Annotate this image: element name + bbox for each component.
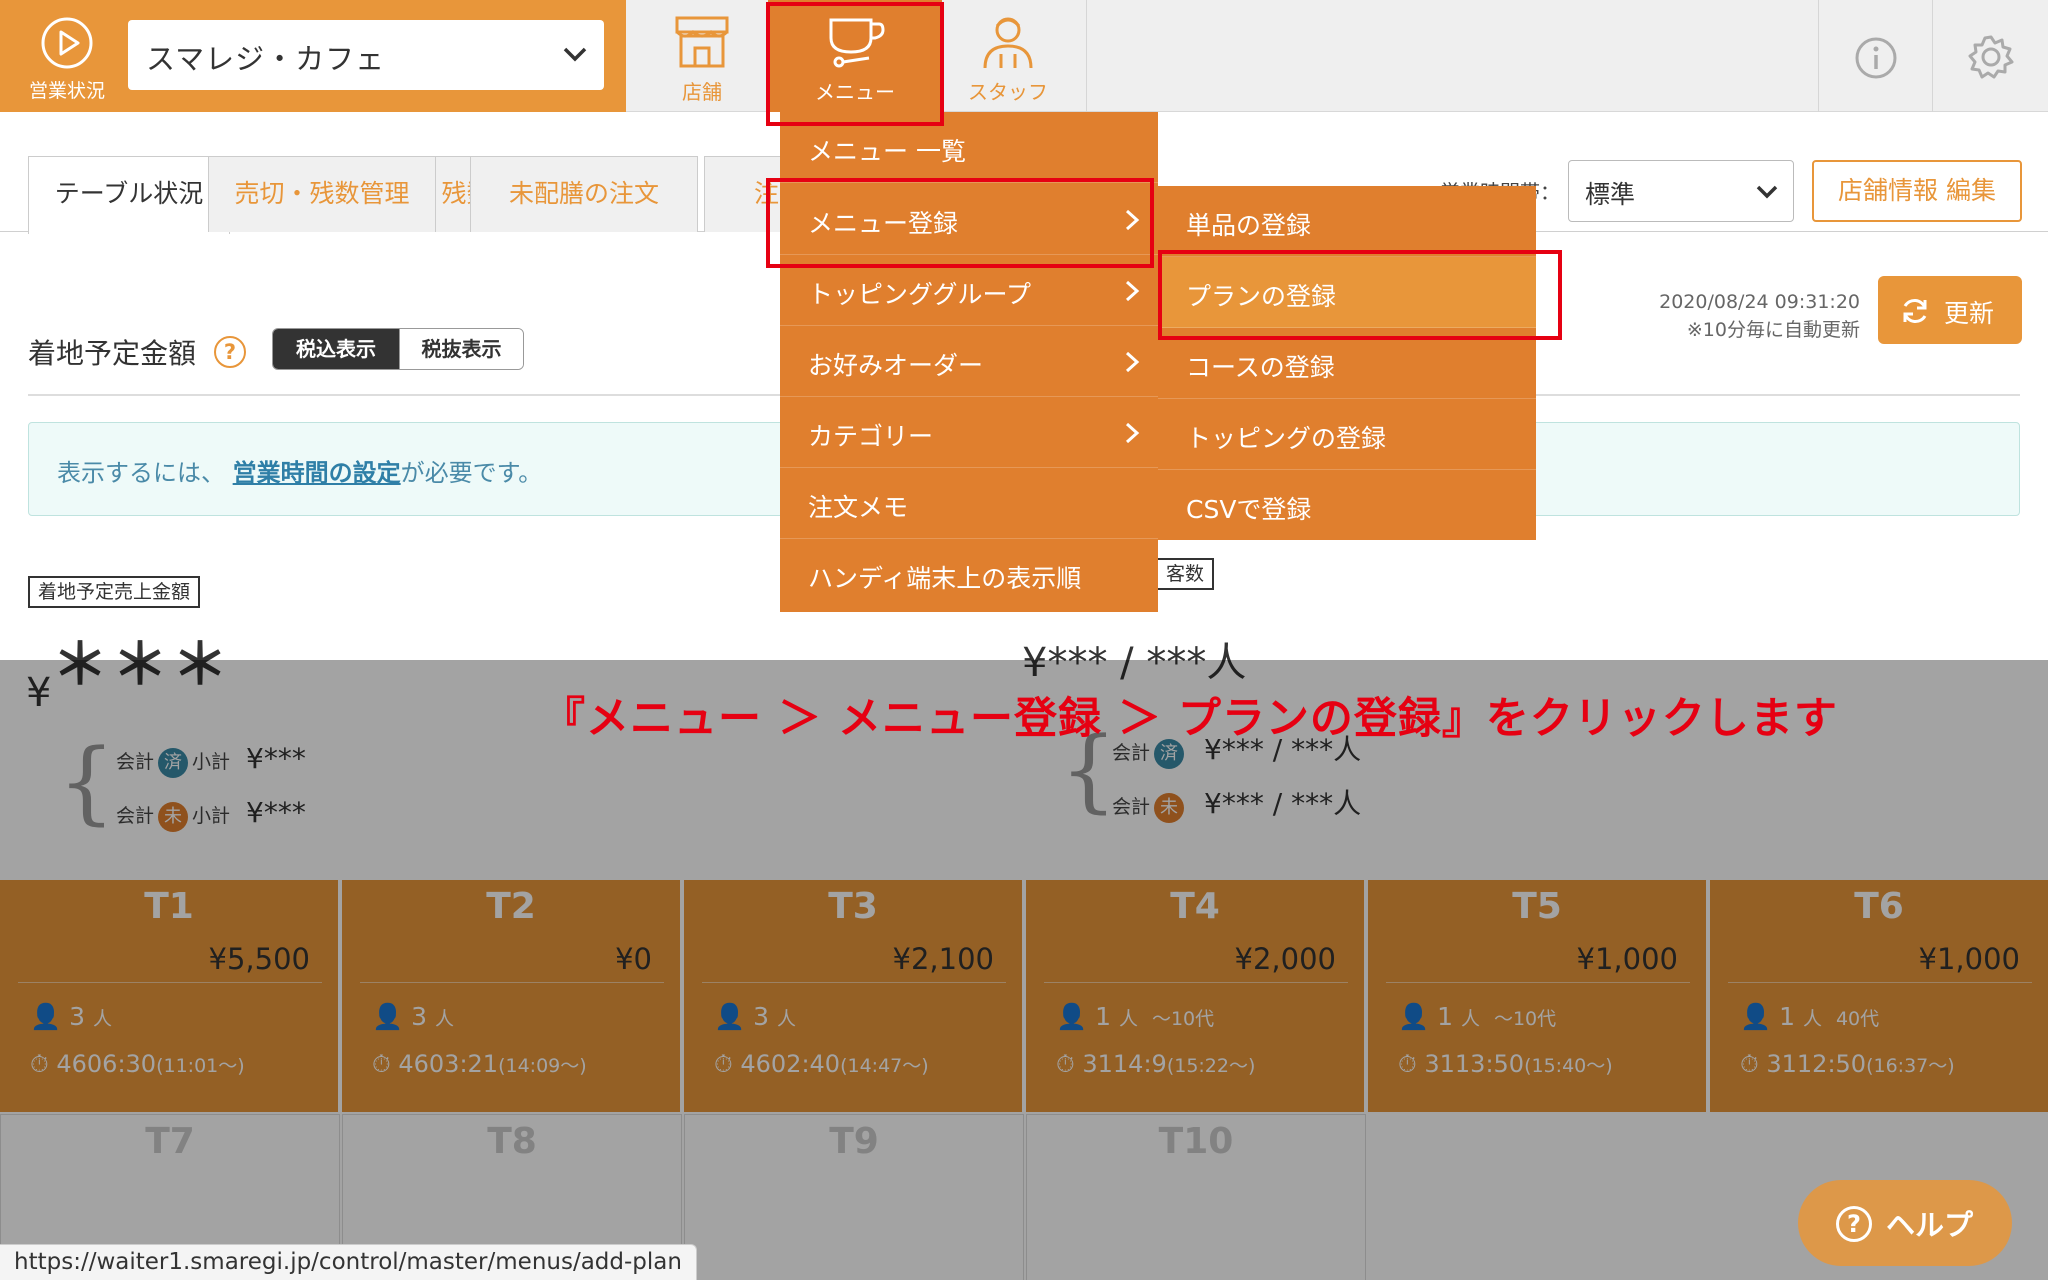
chevron-down-icon: [1756, 185, 1778, 199]
gear-icon[interactable]: [1968, 34, 2014, 80]
tab-unserved[interactable]: 未配膳の注文: [470, 156, 698, 232]
highlight-box-plan: [1158, 250, 1562, 340]
business-status-button[interactable]: 営業状況: [0, 0, 120, 112]
info-icon[interactable]: [1854, 36, 1898, 80]
submenu-item-label: トッピングの登録: [1186, 424, 1387, 453]
tax-included-button[interactable]: 税込表示: [273, 329, 399, 369]
notice-prefix: 表示するには、: [57, 459, 225, 487]
help-button[interactable]: ? ヘルプ: [1798, 1180, 2012, 1266]
instruction-caption: 『メニュー ＞ メニュー登録 ＞ プランの登録』をクリックします: [542, 694, 1838, 744]
store-info-edit-button[interactable]: 店舗情報 編集: [1812, 160, 2022, 222]
highlight-box-menu: [766, 2, 944, 126]
submenu-item-label: コースの登録: [1186, 353, 1335, 382]
browser-status-url: https://waiter1.smaregi.jp/control/maste…: [0, 1244, 697, 1280]
refresh-label: 更新: [1944, 299, 1995, 328]
tax-excluded-button[interactable]: 税抜表示: [399, 329, 523, 369]
top-header: 営業状況 スマレジ・カフェ 店舗 メニュー スタッフ: [0, 0, 2048, 112]
menu-item-label: カテゴリー: [808, 422, 934, 451]
nav-store-button[interactable]: 店舗: [640, 0, 764, 112]
tab-sold-out-visible[interactable]: 売切・残数管理: [208, 156, 436, 232]
question-icon[interactable]: ?: [214, 336, 246, 368]
submenu-dropdown: 単品の登録 プランの登録 コースの登録 トッピングの登録 CSVで登録: [1158, 186, 1536, 540]
store-select-value: スマレジ・カフェ: [146, 42, 386, 76]
menu-item-handy-order[interactable]: ハンディ端末上の表示順: [780, 539, 1158, 610]
chevron-right-icon: [1125, 351, 1140, 373]
dim-overlay: [0, 660, 2048, 1280]
nav-staff-button[interactable]: スタッフ: [946, 0, 1070, 112]
refresh-button[interactable]: 更新: [1878, 276, 2022, 344]
nav-staff-label: スタッフ: [968, 80, 1048, 104]
business-status-label: 営業状況: [28, 80, 105, 102]
menu-item-label: ハンディ端末上の表示順: [808, 564, 1082, 593]
tax-toggle: 税込表示 税抜表示: [272, 328, 524, 370]
chevron-right-icon: [1125, 422, 1140, 444]
notice-text: 表示するには、 営業時間の設定が必要です。: [57, 453, 542, 488]
header-left-panel: 営業状況 スマレジ・カフェ: [0, 0, 626, 112]
submenu-item-csv[interactable]: CSVで登録: [1158, 470, 1536, 541]
menu-item-order-memo[interactable]: 注文メモ: [780, 468, 1158, 539]
help-label: ヘルプ: [1886, 1208, 1974, 1242]
menu-item-label: トッピンググループ: [808, 280, 1032, 309]
header-divider: [1818, 0, 1819, 112]
menu-item-label: 注文メモ: [808, 493, 909, 522]
menu-item-label: お好みオーダー: [808, 351, 984, 380]
forecast-title: 着地予定金額: [28, 337, 197, 370]
staff-icon: [983, 17, 1033, 69]
play-circle-icon: [41, 17, 93, 69]
submenu-item-label: CSVで登録: [1186, 495, 1312, 524]
tab-table-status[interactable]: テーブル状況: [28, 156, 230, 234]
refresh-icon: [1903, 299, 1927, 323]
guest-count-label: 客数: [1156, 558, 1215, 590]
question-icon: ?: [1836, 1206, 1872, 1242]
business-hours-setting-link[interactable]: 営業時間の設定: [233, 459, 401, 487]
notice-suffix: が必要です。: [400, 459, 543, 487]
storefront-icon: [675, 16, 729, 68]
header-divider: [1932, 0, 1933, 112]
menu-item-custom-order[interactable]: お好みオーダー: [780, 326, 1158, 397]
store-select[interactable]: スマレジ・カフェ: [128, 20, 604, 90]
nav-store-label: 店舗: [682, 80, 722, 104]
update-timestamp: 2020/08/24 09:31:20 ※10分毎に自動更新: [1556, 288, 1860, 344]
sales-forecast-label: 着地予定売上金額: [28, 576, 201, 608]
highlight-box-register: [766, 178, 1154, 268]
chevron-right-icon: [1125, 280, 1140, 302]
submenu-item-single[interactable]: 単品の登録: [1158, 186, 1536, 257]
business-hours-select[interactable]: 標準: [1568, 160, 1794, 222]
chevron-down-icon: [563, 47, 587, 62]
menu-item-category[interactable]: カテゴリー: [780, 397, 1158, 468]
header-divider: [1086, 0, 1087, 112]
submenu-item-topping[interactable]: トッピングの登録: [1158, 399, 1536, 470]
timestamp-text: 2020/08/24 09:31:20: [1659, 291, 1860, 313]
business-hours-value: 標準: [1585, 180, 1636, 209]
auto-update-note: ※10分毎に自動更新: [1686, 319, 1860, 341]
submenu-item-label: 単品の登録: [1186, 211, 1312, 240]
menu-item-label: メニュー 一覧: [808, 137, 966, 166]
